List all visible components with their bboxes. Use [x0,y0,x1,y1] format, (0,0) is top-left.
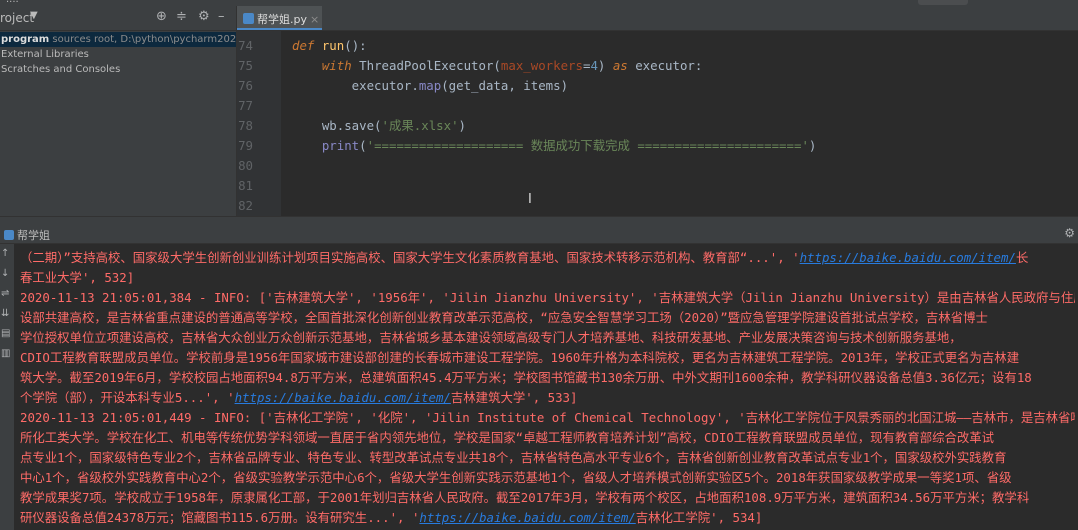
console-line: 春工业大学', 532] [20,270,135,285]
code-line[interactable]: 78 wb.save('成果.xlsx') [237,116,1078,136]
console-line: CDIO工程教育联盟成员单位。学校前身是1956年国家城市建设部创建的长春城市建… [20,350,1020,365]
line-number: 79 [238,138,253,153]
scroll-to-end-icon[interactable]: ⇊ [1,308,9,319]
code-editor[interactable]: 帮学姐.py × 74 def run(): 75 with ThreadPoolEx… [237,6,1078,216]
project-panel: roject ▼ ⊕ ≑ ⚙ – program sources root, D… [0,6,237,216]
locate-icon[interactable]: ⊕ [156,9,167,24]
print-icon[interactable]: ▤ [1,328,10,339]
tree-item-external-libraries[interactable]: External Libraries [0,47,236,62]
arrow-down-icon[interactable]: ↓ [1,268,9,279]
tree-item-program[interactable]: program sources root, D:\python\pycharm2… [0,32,236,47]
console-link[interactable]: https://baike.baidu.com/item/ [235,390,451,405]
tree-item-label: Scratches and Consoles [1,64,121,75]
tab-label: 帮学姐.py [257,13,307,26]
tab-file[interactable]: 帮学姐.py × [237,6,322,30]
console-line: 设部共建高校，是吉林省重点建设的普通高等学校，全国首批深化创新创业教育改革示范高… [20,310,988,325]
editor-tabs: 帮学姐.py × [237,6,1078,31]
tree-item-scratches[interactable]: Scratches and Consoles [0,62,236,77]
project-tree: program sources root, D:\python\pycharm2… [0,31,236,77]
close-icon[interactable]: × [310,13,319,26]
run-panel-header: 帮学姐 ⚙ [0,226,1078,244]
run-tab[interactable]: 帮学姐 [4,227,50,243]
code-line[interactable]: 77 [237,96,1078,116]
collapse-icon[interactable]: ≑ [176,9,187,24]
code-text: executor.map(get_data, items) [292,78,569,93]
code-line[interactable]: 80 [237,156,1078,176]
line-number: 75 [238,58,253,73]
console-line: 研仪器设备总值24378万元；馆藏图书115.6万册。设有研究生...', 'h… [20,510,763,525]
line-number: 82 [238,198,253,213]
line-number: 80 [238,158,253,173]
console-line: 个学院（部），开设本科专业5...', 'https://baike.baidu… [20,390,578,405]
line-number: 78 [238,118,253,133]
code-text: def run(): [292,38,367,53]
console-line: 筑大学。截至2019年6月，学校校园占地面积94.8万平方米，总建筑面积45.4… [20,370,1032,385]
console-line: 点专业1个，国家级特色专业2个，吉林省品牌专业、特色专业、转型改革试点专业共18… [20,450,1007,465]
python-file-icon [243,13,254,24]
run-tab-label: 帮学姐 [17,229,50,242]
console-link[interactable]: https://baike.baidu.com/item/ [419,510,635,525]
project-panel-header: roject ▼ ⊕ ≑ ⚙ – [0,6,236,31]
arrow-up-icon[interactable]: ↑ [1,248,9,259]
console-line: 2020-11-13 21:05:01,384 - INFO: ['吉林建筑大学… [20,290,1075,305]
console-line: 2020-11-13 21:05:01,449 - INFO: ['吉林化工学院… [20,410,1075,425]
console-line: 所化工类大学。学校在化工、机电等传统优势学科领域一直居于省内领先地位，学校是国家… [20,430,995,445]
soft-wrap-icon[interactable]: ⇌ [1,288,9,299]
console-line: 中心1个，省级校外实践教育中心2个，省级实验教学示范中心6个，省级大学生创新实践… [20,470,1012,485]
code-line[interactable]: 76 executor.map(get_data, items) [237,76,1078,96]
line-number: 77 [238,98,253,113]
code-line[interactable]: 81 [237,176,1078,196]
console-link[interactable]: https://baike.baidu.com/item/ [800,250,1016,265]
console-line: 教学成果奖7项。学校成立于1958年，原隶属化工部，于2001年划归吉林省人民政… [20,490,1030,505]
line-number: 76 [238,78,253,93]
tree-item-label: External Libraries [1,49,89,60]
run-config-button[interactable] [918,0,968,5]
code-line[interactable]: 74 def run(): [237,36,1078,56]
breadcrumb: .... [6,0,19,5]
code-text: with ThreadPoolExecutor(max_workers=4) a… [321,58,703,73]
tree-item-path: sources root, D:\python\pycharm2020\prog [52,34,236,45]
code-area[interactable]: 74 def run(): 75 with ThreadPoolExecutor(m… [237,31,1078,216]
tree-item-label: program [1,34,50,45]
python-file-icon [4,230,14,240]
code-line[interactable]: 82 [237,196,1078,216]
line-number: 74 [238,38,253,53]
code-line[interactable]: 79 print('==================== 数据成功下载完成 … [237,136,1078,156]
trash-icon[interactable]: ▥ [1,348,10,359]
mouse-cursor-icon: I [528,192,532,207]
console-line: 学位授权单位立项建设高校，吉林省大众创业万众创新示范基地，吉林省城乡基本建设领域… [20,330,962,345]
code-text: wb.save('成果.xlsx') [292,118,466,133]
project-panel-title[interactable]: roject [0,11,34,25]
hide-icon[interactable]: – [218,9,225,24]
gear-icon[interactable]: ⚙ [1064,226,1075,240]
gear-icon[interactable]: ⚙ [198,9,210,24]
run-panel: 帮学姐 ⚙ ↑ ↓ ⇌ ⇊ ▤ ▥ （二期）”支持高校、国家级大学生创新创业训练… [0,216,1078,530]
console-line: （二期）”支持高校、国家级大学生创新创业训练计划项目实施高校、国家大学生文化素质… [20,250,1029,265]
chevron-down-icon[interactable]: ▼ [30,10,38,21]
code-text: print('==================== 数据成功下载完成 ===… [321,138,817,153]
console-output[interactable]: （二期）”支持高校、国家级大学生创新创业训练计划项目实施高校、国家大学生文化素质… [20,248,1075,530]
code-line[interactable]: 75 with ThreadPoolExecutor(max_workers=4… [237,56,1078,76]
line-number: 81 [238,178,253,193]
run-toolbar: ↑ ↓ ⇌ ⇊ ▤ ▥ [0,244,14,530]
